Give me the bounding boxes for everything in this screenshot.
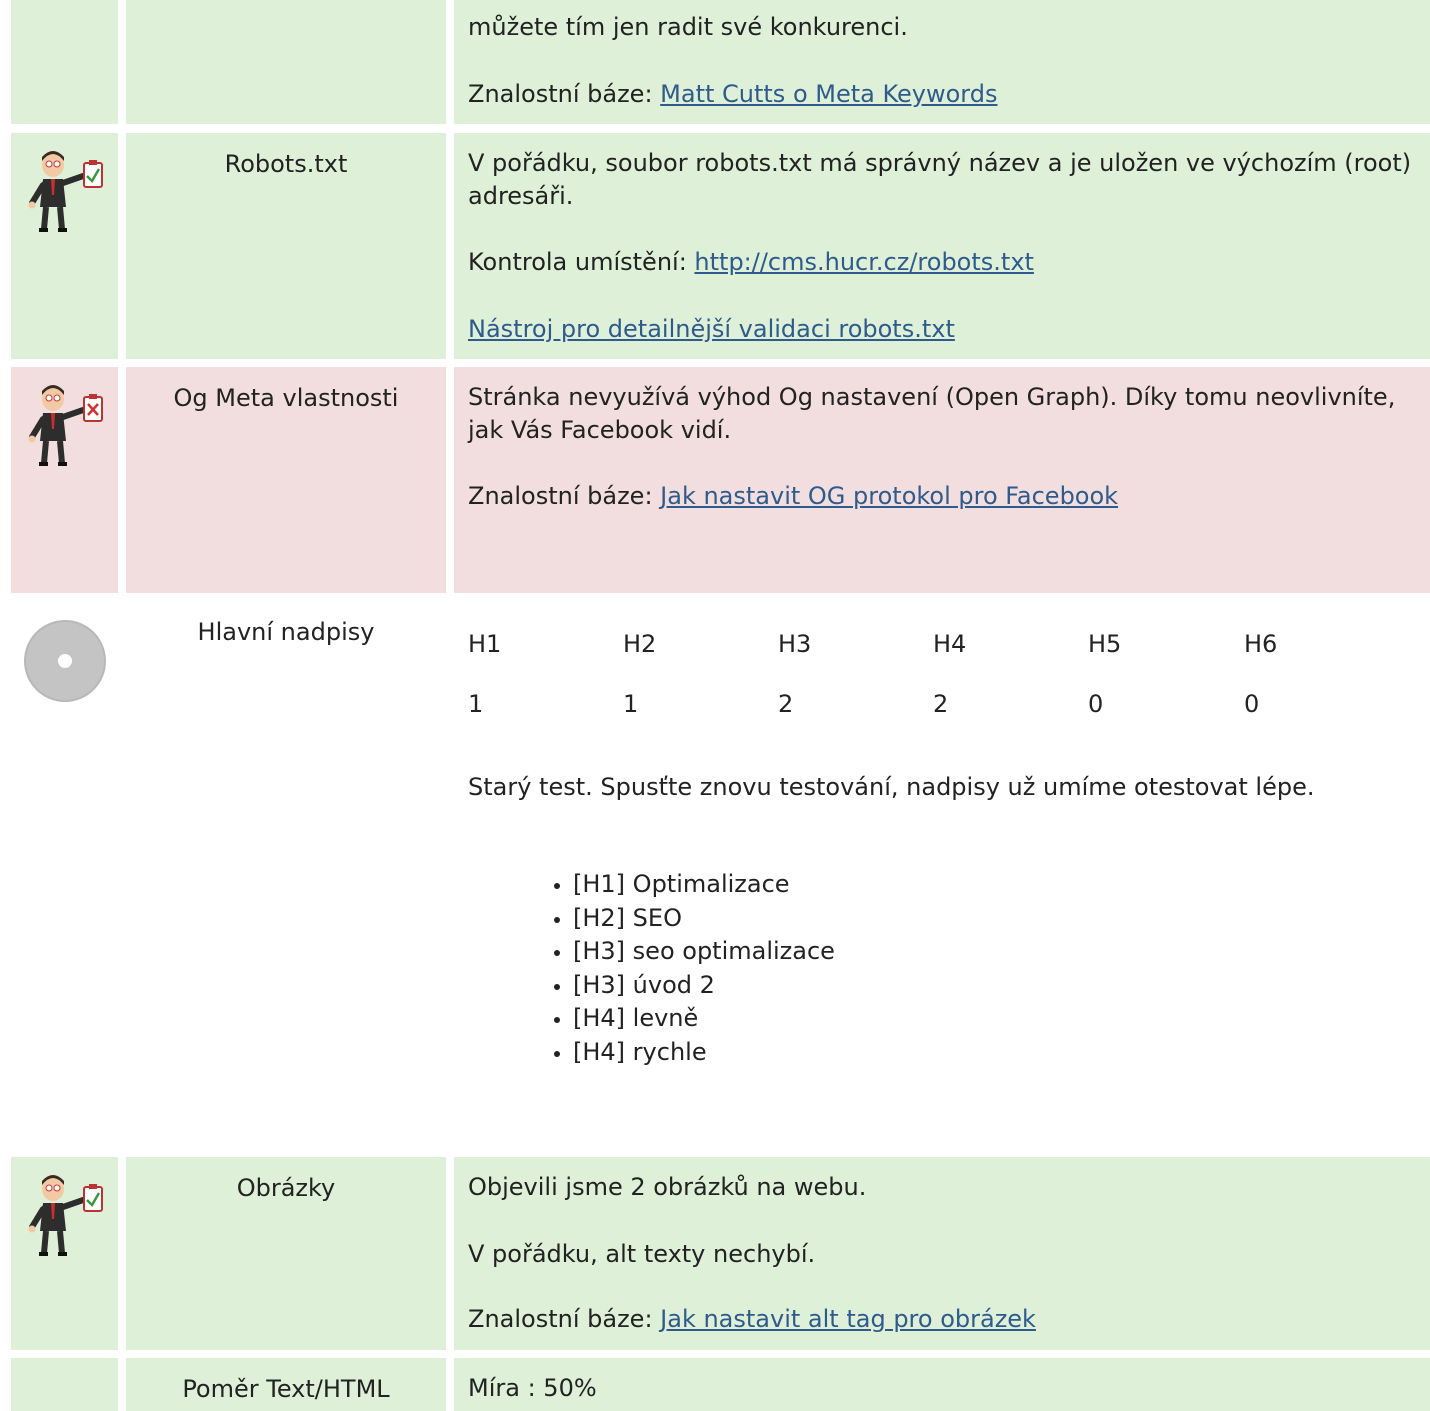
row-images: Obrázky Objevili jsme 2 obrázků na webu.… [0,1157,1430,1350]
row-body-cell: můžete tím jen radit své konkurenci. Zna… [454,0,1430,124]
row-body-cell: Objevili jsme 2 obrázků na webu. V pořád… [454,1157,1430,1350]
robots-status-text: V pořádku, soubor robots.txt má správný … [468,149,1412,210]
row-text-html-ratio: Poměr Text/HTML Míra : 50% [0,1358,1430,1411]
kb-label: Znalostní báze: [468,1305,661,1333]
row-name-robots: Robots.txt [224,150,348,178]
row-icon-cell [11,1157,118,1350]
row-robots: Robots.txt V pořádku, soubor robots.txt … [0,133,1430,359]
heading-count-h6: 0 [1244,690,1260,718]
row-icon-cell [11,1358,118,1411]
row-name-headings: Hlavní nadpisy [197,618,375,646]
row-body-cell: Míra : 50% [454,1358,1430,1411]
row-icon-cell [11,601,118,1149]
headings-note: Starý test. Spusťte znovu testování, nad… [468,773,1315,801]
businessman-error-icon [28,385,103,466]
row-name-cell [126,0,446,124]
row-body-cell: V pořádku, soubor robots.txt má správný … [454,133,1430,359]
kb-link-alt-tag[interactable]: Jak nastavit alt tag pro obrázek [660,1305,1036,1333]
heading-col-h6: H6 [1244,630,1278,658]
row-headings: Hlavní nadpisy H1 H2 H3 H4 H5 H6 1 1 2 2… [0,601,1430,1149]
businessman-ok-icon [28,151,103,232]
robots-location: Kontrola umístění: http://cms.hucr.cz/ro… [468,246,1034,279]
og-kb: Znalostní báze: Jak nastavit OG protokol… [468,480,1118,513]
kb-label: Znalostní báze: [468,482,661,510]
heading-col-h5: H5 [1088,630,1122,658]
businessman-ok-icon [28,1175,103,1256]
row-body-cell: H1 H2 H3 H4 H5 H6 1 1 2 2 0 0 Starý test… [454,601,1430,1149]
og-status-text: Stránka nevyužívá výhod Og nastavení (Op… [468,383,1396,444]
list-item: [H2] SEO [573,902,835,936]
kb-link-og-protocol[interactable]: Jak nastavit OG protokol pro Facebook [660,482,1118,510]
list-item: [H4] levně [573,1002,835,1036]
row-icon-cell [11,133,118,359]
list-item: [H3] seo optimalizace [573,935,835,969]
list-item: [H3] úvod 2 [573,969,835,1003]
heading-count-h3: 2 [778,690,794,718]
row-name-cell: Robots.txt [126,133,446,359]
kb-label: Znalostní báze: [468,80,661,108]
robots-validator-link[interactable]: Nástroj pro detailnější validaci robots.… [468,315,955,343]
heading-col-h3: H3 [778,630,812,658]
row-name-og: Og Meta vlastnosti [173,384,399,412]
images-alt-text: V pořádku, alt texty nechybí. [468,1240,816,1268]
row-name-ratio: Poměr Text/HTML [182,1375,390,1403]
row-body-cell: Stránka nevyužívá výhod Og nastavení (Op… [454,367,1430,593]
neutral-disc-icon [24,620,106,702]
row-name-cell: Obrázky [126,1157,446,1350]
heading-col-h2: H2 [623,630,657,658]
robots-url-link[interactable]: http://cms.hucr.cz/robots.txt [694,248,1034,276]
heading-count-h1: 1 [468,690,484,718]
images-found-text: Objevili jsme 2 obrázků na webu. [468,1173,867,1201]
heading-count-h2: 1 [623,690,639,718]
row-og-meta: Og Meta vlastnosti Stránka nevyužívá výh… [0,367,1430,593]
row-icon-cell [11,367,118,593]
location-label: Kontrola umístění: [468,248,695,276]
heading-count-h4: 2 [933,690,949,718]
row-name-cell: Hlavní nadpisy [126,601,446,1149]
keywords-kb: Znalostní báze: Matt Cutts o Meta Keywor… [468,78,997,111]
row-icon-cell [11,0,118,124]
row-name-cell: Poměr Text/HTML [126,1358,446,1411]
heading-col-h1: H1 [468,630,502,658]
heading-count-h5: 0 [1088,690,1104,718]
keywords-text: můžete tím jen radit své konkurenci. [468,13,908,41]
row-meta-keywords: můžete tím jen radit své konkurenci. Zna… [0,0,1430,124]
robots-tool: Nástroj pro detailnější validaci robots.… [468,313,955,346]
images-kb: Znalostní báze: Jak nastavit alt tag pro… [468,1303,1036,1336]
list-item: [H1] Optimalizace [573,868,835,902]
headings-list: [H1] Optimalizace [H2] SEO [H3] seo opti… [533,868,835,1069]
row-name-images: Obrázky [236,1174,336,1202]
ratio-value: Míra : 50% [468,1374,597,1402]
list-item: [H4] rychle [573,1036,835,1070]
kb-link-matt-cutts[interactable]: Matt Cutts o Meta Keywords [660,80,997,108]
row-name-cell: Og Meta vlastnosti [126,367,446,593]
heading-col-h4: H4 [933,630,967,658]
